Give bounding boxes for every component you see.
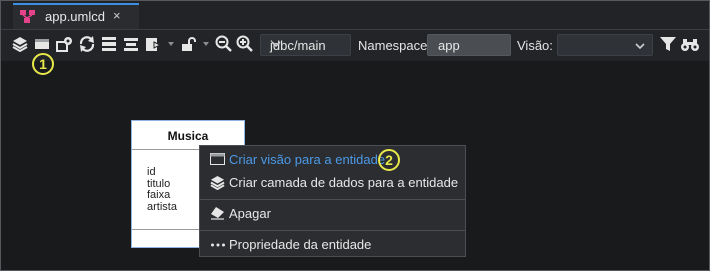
- context-menu: Criar visão para a entidade Criar camada…: [199, 145, 466, 257]
- zoom-in-icon[interactable]: [235, 34, 255, 54]
- menu-item-label: Criar visão para a entidade: [229, 152, 386, 167]
- menu-item-properties[interactable]: Propriedade da entidade: [200, 233, 465, 255]
- layers-icon[interactable]: [10, 34, 30, 54]
- refresh-icon[interactable]: [77, 34, 97, 54]
- annotation-marker-1: 1: [32, 53, 54, 75]
- export-icon[interactable]: [143, 34, 163, 54]
- view-icon: [210, 152, 226, 166]
- filter-icon[interactable]: [658, 34, 678, 54]
- datalayer-settings-icon[interactable]: [55, 34, 75, 54]
- eraser-icon: [210, 206, 226, 220]
- toolbar: jdbc/main Namespace app Visão:: [1, 30, 709, 61]
- lock-dropdown-chevron-icon[interactable]: [203, 42, 209, 46]
- namespace-value: app: [438, 38, 460, 53]
- diagram-file-icon: [19, 9, 37, 25]
- view-label: Visão:: [517, 38, 553, 53]
- entity-field: faixa: [147, 189, 171, 201]
- align-top-icon[interactable]: [99, 34, 119, 54]
- datasource-select[interactable]: jdbc/main: [260, 34, 351, 56]
- menu-item-create-datalayer[interactable]: Criar camada de dados para a entidade: [200, 171, 465, 193]
- view-select[interactable]: [557, 34, 653, 56]
- tab-close-button[interactable]: ×: [113, 8, 121, 23]
- more-icon: [210, 237, 226, 251]
- entity-fields: id titulo faixa artista: [147, 166, 177, 213]
- editor-window: app.umlcd × jdbc/main Namespace app Visã…: [0, 0, 710, 271]
- entity-field: artista: [147, 200, 177, 213]
- binoculars-icon[interactable]: [680, 34, 700, 54]
- namespace-input[interactable]: app: [427, 34, 511, 56]
- namespace-label: Namespace: [358, 38, 428, 53]
- export-dropdown-chevron-icon[interactable]: [168, 42, 174, 46]
- tab-bar: app.umlcd ×: [1, 1, 709, 30]
- unlock-icon[interactable]: [179, 34, 199, 54]
- entity-name: Musica: [167, 129, 209, 143]
- annotation-marker-2: 2: [378, 149, 400, 171]
- view-icon[interactable]: [32, 34, 52, 54]
- layers-icon: [210, 175, 226, 191]
- menu-divider: [200, 199, 465, 200]
- menu-item-label: Propriedade da entidade: [229, 237, 372, 252]
- tab-title: app.umlcd: [45, 9, 105, 24]
- menu-item-create-view[interactable]: Criar visão para a entidade: [200, 148, 465, 170]
- entity-field: id: [147, 166, 156, 178]
- chevron-down-icon: [270, 38, 344, 53]
- chevron-down-icon: [634, 39, 646, 57]
- zoom-out-icon[interactable]: [214, 34, 234, 54]
- menu-item-delete[interactable]: Apagar: [200, 202, 465, 224]
- align-center-icon[interactable]: [121, 34, 141, 54]
- tab-app-umlcd[interactable]: app.umlcd ×: [13, 3, 139, 29]
- menu-item-label: Apagar: [229, 206, 271, 221]
- menu-item-label: Criar camada de dados para a entidade: [229, 175, 459, 190]
- menu-divider: [200, 230, 465, 231]
